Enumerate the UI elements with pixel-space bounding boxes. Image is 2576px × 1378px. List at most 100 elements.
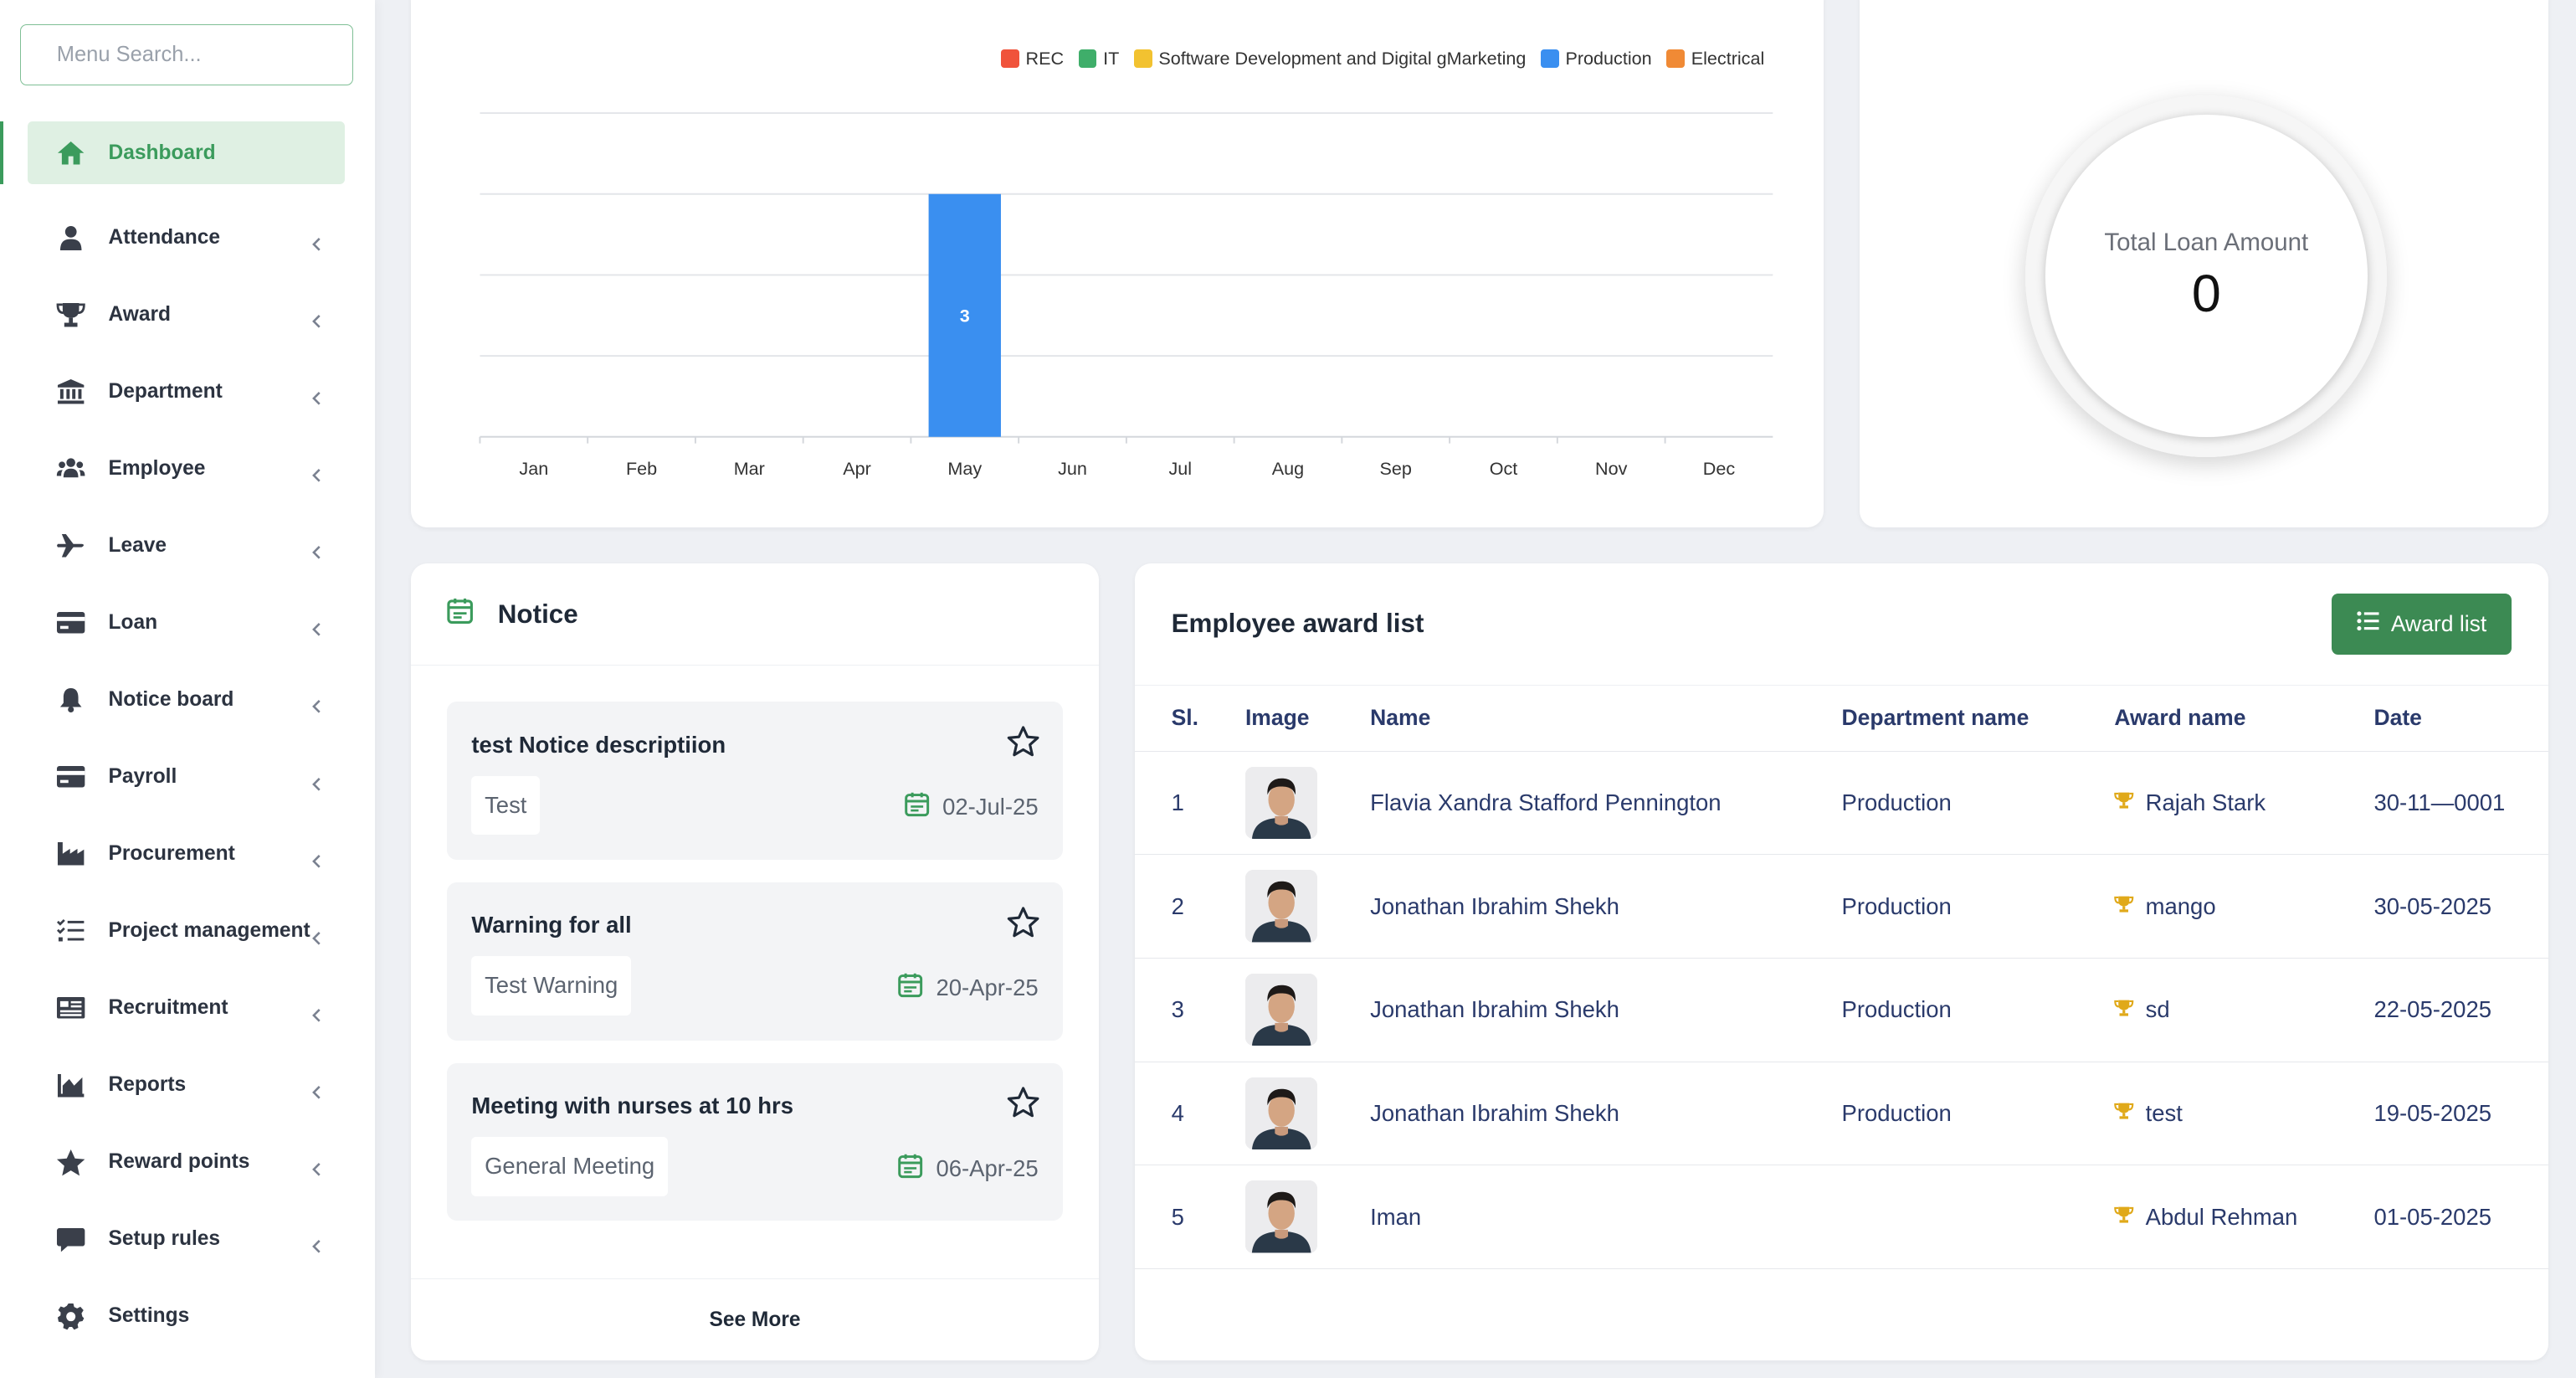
- column-header[interactable]: Sl.: [1135, 685, 1245, 752]
- notice-tag: Test: [471, 775, 541, 836]
- column-header[interactable]: Date: [2373, 685, 2548, 752]
- chevron-left-icon: [309, 846, 326, 868]
- star-icon[interactable]: [1007, 1086, 1039, 1118]
- row-image: [1244, 1165, 1371, 1269]
- sidebar-item-attendance[interactable]: Attendance: [0, 199, 375, 276]
- sidebar-item-leave[interactable]: Leave: [0, 507, 375, 584]
- trophy-icon: [2114, 789, 2134, 816]
- table-row[interactable]: 3 Jonathan Ibrahim Shekh Production sd 22-05…: [1135, 958, 2548, 1062]
- sidebar-item-label: Loan: [108, 610, 158, 634]
- sidebar-item-label: Award: [108, 302, 172, 326]
- sidebar-item-award[interactable]: Award: [0, 276, 375, 353]
- row-name: Jonathan Ibrahim Shekh: [1370, 1062, 1842, 1166]
- column-header[interactable]: Award name: [2114, 685, 2374, 752]
- row-department: Production: [1841, 958, 2115, 1062]
- loan-circle: Total Loan Amount 0: [2025, 95, 2388, 457]
- avatar: [1244, 870, 1318, 943]
- x-tick-label: Apr: [843, 458, 871, 479]
- notice-date: 02-Jul-25: [903, 790, 1039, 824]
- avatar: [1244, 974, 1318, 1046]
- row-sl: 1: [1135, 751, 1245, 856]
- sidebar-item-procurement[interactable]: Procurement: [0, 815, 375, 892]
- comment-icon: [56, 1225, 85, 1254]
- star-icon[interactable]: [1007, 725, 1039, 758]
- row-award: sd: [2114, 958, 2374, 1062]
- sidebar-item-recruitment[interactable]: Recruitment: [0, 969, 375, 1046]
- row-sl: 5: [1135, 1165, 1245, 1269]
- sidebar-item-label: Reports: [108, 1073, 187, 1097]
- row-date: 01-05-2025: [2373, 1165, 2548, 1269]
- notice-tag: Test Warning: [471, 956, 632, 1016]
- notice-item[interactable]: Meeting with nurses at 10 hrs General Mee…: [446, 1062, 1064, 1221]
- gear-icon: [56, 1302, 85, 1331]
- user-icon: [56, 223, 85, 252]
- star-icon[interactable]: [1007, 906, 1039, 938]
- notice-item-title: Warning for all: [471, 912, 632, 938]
- row-date: 30-05-2025: [2373, 854, 2548, 959]
- x-tick-label: Jul: [1168, 458, 1192, 479]
- sidebar-item-department[interactable]: Department: [0, 353, 375, 430]
- row-department: Production: [1841, 1062, 2115, 1166]
- x-tick-label: Aug: [1272, 458, 1304, 479]
- row-name: Flavia Xandra Stafford Pennington: [1370, 751, 1842, 856]
- sidebar-item-payroll[interactable]: Payroll: [0, 738, 375, 815]
- credit-card-icon: [56, 608, 85, 637]
- x-tick-label: Dec: [1703, 458, 1736, 479]
- bar-data-label: 3: [960, 306, 970, 327]
- loan-card: Total Loan Amount 0: [1860, 0, 2548, 528]
- sidebar-item-dashboard[interactable]: Dashboard: [0, 121, 375, 184]
- list-icon: [2357, 611, 2379, 637]
- avatar: [1244, 766, 1318, 840]
- sidebar-item-label: Setup rules: [108, 1227, 221, 1251]
- x-tick-label: Nov: [1595, 458, 1628, 479]
- column-header[interactable]: Image: [1244, 685, 1371, 752]
- table-row[interactable]: 1 Flavia Xandra Stafford Pennington Produc…: [1135, 751, 2548, 856]
- see-more-button[interactable]: See More: [410, 1278, 1100, 1360]
- sidebar-item-employee[interactable]: Employee: [0, 430, 375, 507]
- chevron-left-icon: [309, 383, 326, 405]
- sidebar-item-settings[interactable]: Settings: [0, 1278, 375, 1355]
- sidebar-item-project-management[interactable]: Project management: [0, 892, 375, 969]
- award-name-text: test: [2145, 1099, 2183, 1126]
- column-header[interactable]: Department name: [1841, 685, 2115, 752]
- row-date: 19-05-2025: [2373, 1062, 2548, 1166]
- sidebar-item-loan[interactable]: Loan: [0, 584, 375, 661]
- calendar-icon: [896, 1152, 924, 1185]
- menu-search-input[interactable]: [19, 24, 354, 86]
- x-tick-label: Feb: [626, 458, 657, 479]
- avatar: [1244, 1180, 1318, 1253]
- table-row[interactable]: 2 Jonathan Ibrahim Shekh Production mango 30…: [1135, 854, 2548, 959]
- award-name-text: Rajah Stark: [2145, 789, 2266, 815]
- sidebar-item-label: Dashboard: [108, 141, 216, 164]
- row-sl: 4: [1135, 1062, 1245, 1166]
- notice-item[interactable]: test Notice descriptiion Test 02-Jul-25: [446, 702, 1064, 860]
- calendar-icon: [445, 596, 475, 632]
- row-award: test: [2114, 1062, 2374, 1166]
- news-icon: [56, 993, 85, 1022]
- trophy-icon: [2114, 893, 2134, 920]
- wallet-icon: [56, 762, 85, 791]
- sidebar-item-reward-points[interactable]: Reward points: [0, 1123, 375, 1201]
- users-icon: [56, 454, 85, 483]
- chevron-left-icon: [309, 923, 326, 945]
- column-header[interactable]: Name: [1370, 685, 1842, 752]
- row-name: Iman: [1370, 1165, 1842, 1269]
- row-award: Rajah Stark: [2114, 751, 2374, 856]
- sidebar-item-notice-board[interactable]: Notice board: [0, 661, 375, 738]
- award-list-button[interactable]: Award list: [2331, 594, 2512, 655]
- table-row[interactable]: 5 Iman Abdul Rehman 01-05-2025: [1135, 1165, 2548, 1269]
- chevron-left-icon: [309, 1231, 326, 1253]
- chevron-left-icon: [309, 1000, 326, 1022]
- award-name-text: Abdul Rehman: [2145, 1203, 2298, 1230]
- x-tick-label: Mar: [733, 458, 764, 479]
- trophy-icon: [56, 300, 85, 329]
- award-title: Employee award list: [1171, 609, 1424, 639]
- trophy-icon: [2114, 1204, 2134, 1231]
- sidebar-item-reports[interactable]: Reports: [0, 1046, 375, 1123]
- table-row[interactable]: 4 Jonathan Ibrahim Shekh Production test 19-…: [1135, 1062, 2548, 1166]
- notice-item[interactable]: Warning for all Test Warning 20-Apr-25: [446, 882, 1064, 1041]
- row-name: Jonathan Ibrahim Shekh: [1370, 958, 1842, 1062]
- sidebar-item-setup-rules[interactable]: Setup rules: [0, 1201, 375, 1278]
- chevron-left-icon: [309, 614, 326, 636]
- x-tick-label: Oct: [1489, 458, 1517, 479]
